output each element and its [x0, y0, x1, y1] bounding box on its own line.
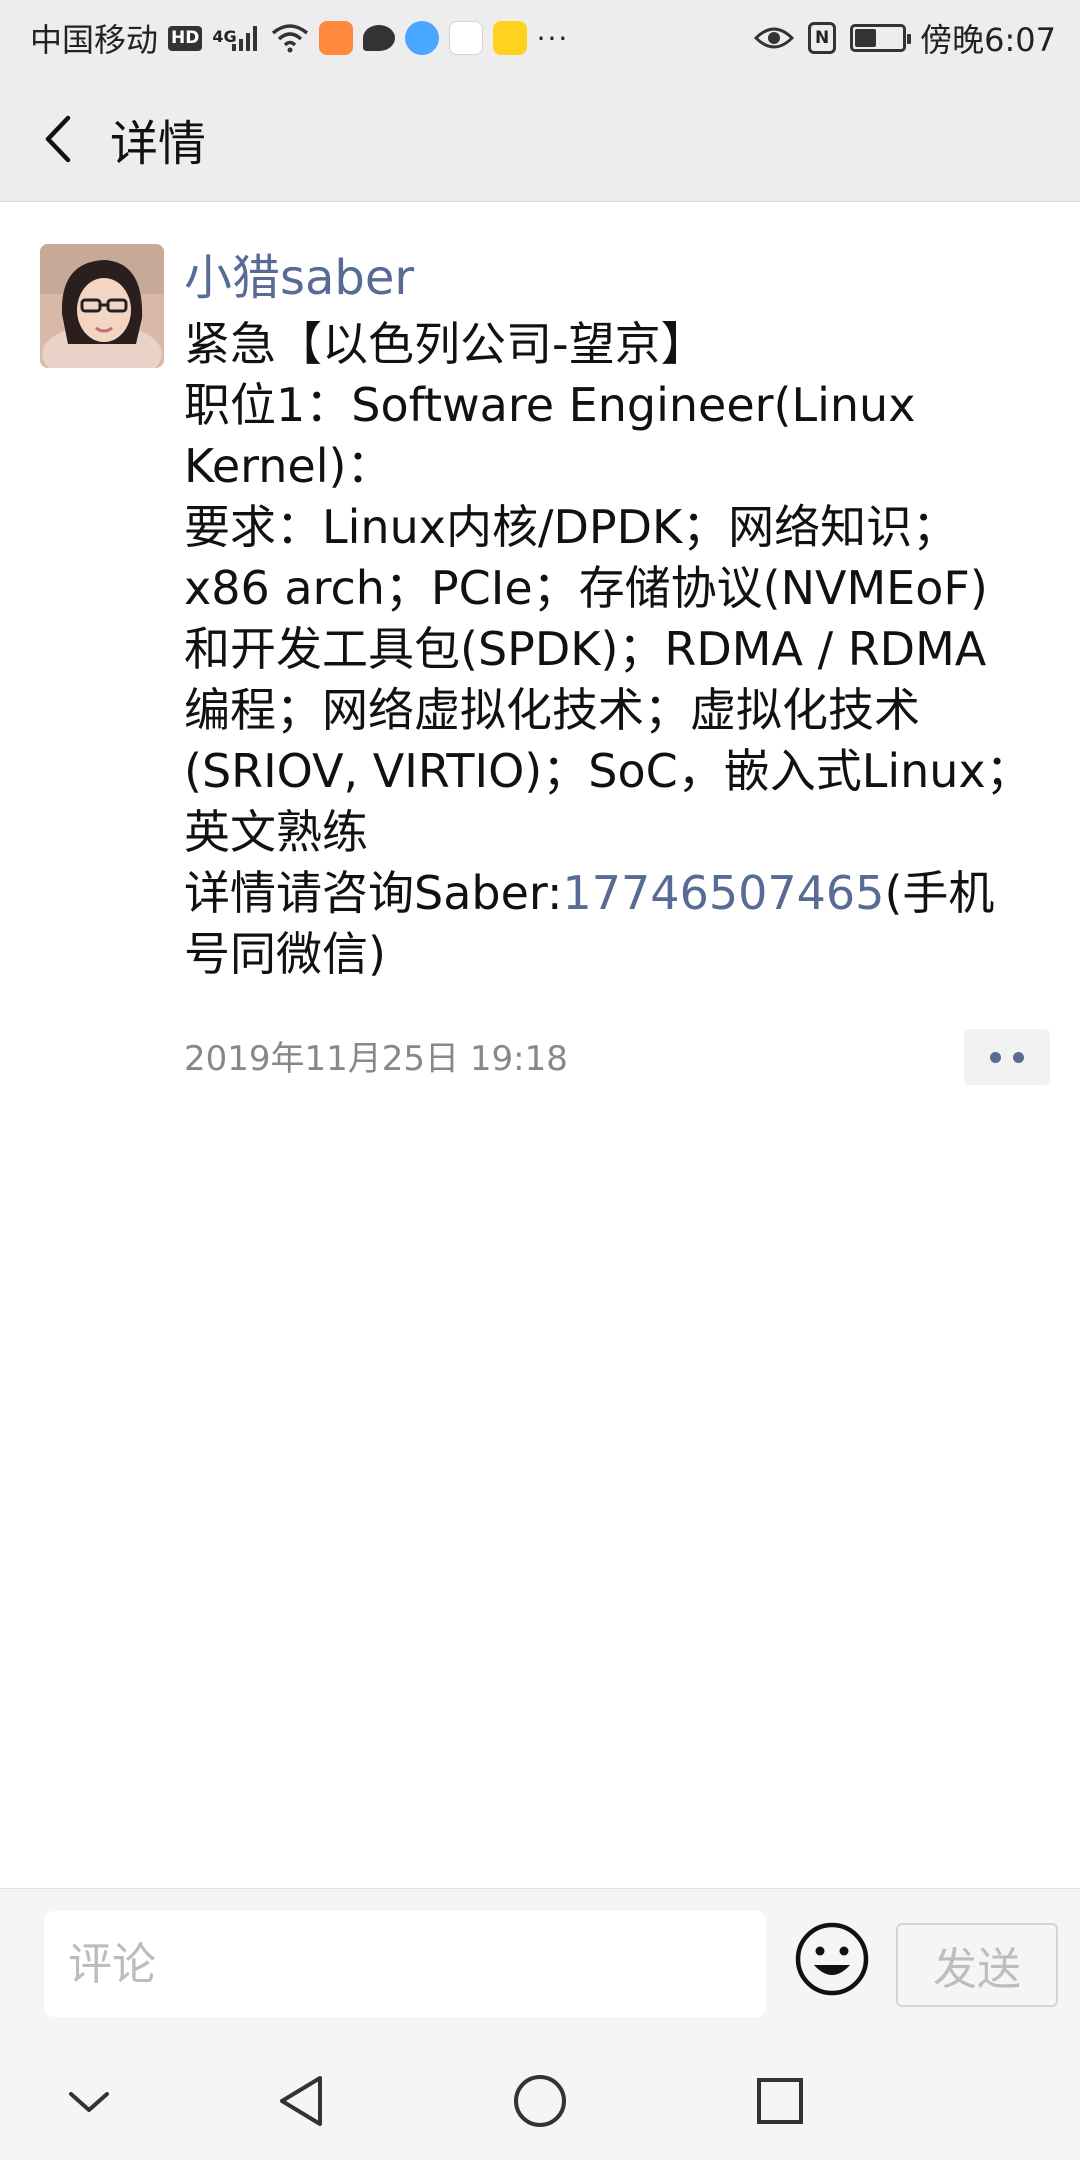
nav-home-button[interactable]: [495, 2056, 585, 2146]
comment-input[interactable]: [44, 1911, 766, 2017]
wifi-icon: [271, 24, 308, 53]
more-actions-button[interactable]: [964, 1029, 1050, 1085]
more-notifications: ···: [536, 21, 570, 55]
chevron-down-icon: [69, 2092, 109, 2112]
author-name[interactable]: 小猎saber: [184, 244, 1050, 312]
smiley-icon: [795, 1922, 869, 1996]
recents-square-icon: [757, 2078, 803, 2124]
chevron-left-icon: [45, 115, 71, 162]
content-line: 编程；网络虚拟化技术；虚拟化技术: [184, 683, 920, 737]
comment-bar: 发送: [0, 1888, 1080, 2038]
emoji-button[interactable]: [794, 1921, 870, 1997]
title-bar: 详情: [0, 76, 1080, 202]
content-line: x86 arch；PCIe；存储协议(NVMEoF): [184, 561, 988, 615]
hd-badge: HD: [168, 25, 203, 51]
send-button[interactable]: 发送: [896, 1923, 1058, 2007]
nfc-icon: N: [808, 22, 837, 54]
content-line: 和开发工具包(SPDK)；RDMA / RDMA: [184, 622, 987, 676]
content-line: 职位1：Software Engineer(Linux: [184, 378, 916, 432]
app-icon: [492, 21, 527, 55]
carrier-label: 中国移动: [30, 21, 159, 59]
dot-icon: [990, 1051, 1001, 1063]
contact-prefix: 详情请咨询Saber:: [184, 866, 563, 920]
page-title: 详情: [110, 115, 207, 172]
phone-link[interactable]: 17746507465: [563, 866, 885, 920]
k-app-icon: [404, 21, 439, 55]
status-right: N 傍晚6:07: [740, 15, 1056, 61]
post-body: 小猎saber 紧急【以色列公司-望京】 职位1：Software Engine…: [184, 244, 1050, 1089]
content-line: 紧急【以色列公司-望京】: [184, 317, 707, 371]
avatar[interactable]: [40, 244, 164, 368]
hide-nav-button[interactable]: [44, 2056, 134, 2146]
screen: 中国移动 HD 4G ··· N 傍晚6:07 详情 小猎saber 紧急【以色…: [0, 0, 1080, 2160]
eye-icon: [754, 27, 795, 49]
post-timestamp: 2019年11月25日 19:18: [184, 1039, 568, 1079]
content-line: 要求：Linux内核/DPDK；网络知识；: [184, 500, 959, 554]
status-bar: 中国移动 HD 4G ··· N 傍晚6:07: [0, 0, 1080, 76]
battery-level: [855, 29, 876, 47]
video-app-icon: [318, 21, 353, 55]
signal-icon: [231, 26, 257, 51]
dot-icon: [1013, 1051, 1024, 1063]
contact-suffix: (手机: [884, 866, 995, 920]
home-circle-icon: [514, 2075, 566, 2127]
back-triangle-icon: [280, 2076, 322, 2126]
avatar-image: [40, 244, 164, 368]
contact-line: 详情请咨询Saber:17746507465(手机: [184, 863, 1050, 924]
content-line: (SRIOV, VIRTIO)；SoC，嵌入式Linux；: [184, 744, 1032, 798]
post-content: 紧急【以色列公司-望京】 职位1：Software Engineer(Linux…: [184, 314, 1050, 985]
system-nav-bar: [0, 2038, 1080, 2160]
message-icon: [362, 25, 395, 51]
nav-recents-button[interactable]: [735, 2056, 825, 2146]
content-line: 英文熟练: [184, 805, 368, 859]
clock: 傍晚6:07: [920, 21, 1056, 59]
content-line: Kernel)：: [184, 439, 393, 493]
status-left: 中国移动 HD 4G ···: [30, 15, 579, 61]
post-meta: 2019年11月25日 19:18: [184, 1029, 1050, 1089]
app-icon: [448, 21, 483, 55]
back-button[interactable]: [8, 76, 108, 201]
contact-line-2: 号同微信): [184, 927, 386, 981]
nav-back-button[interactable]: [256, 2056, 346, 2146]
battery-icon: [850, 24, 912, 52]
